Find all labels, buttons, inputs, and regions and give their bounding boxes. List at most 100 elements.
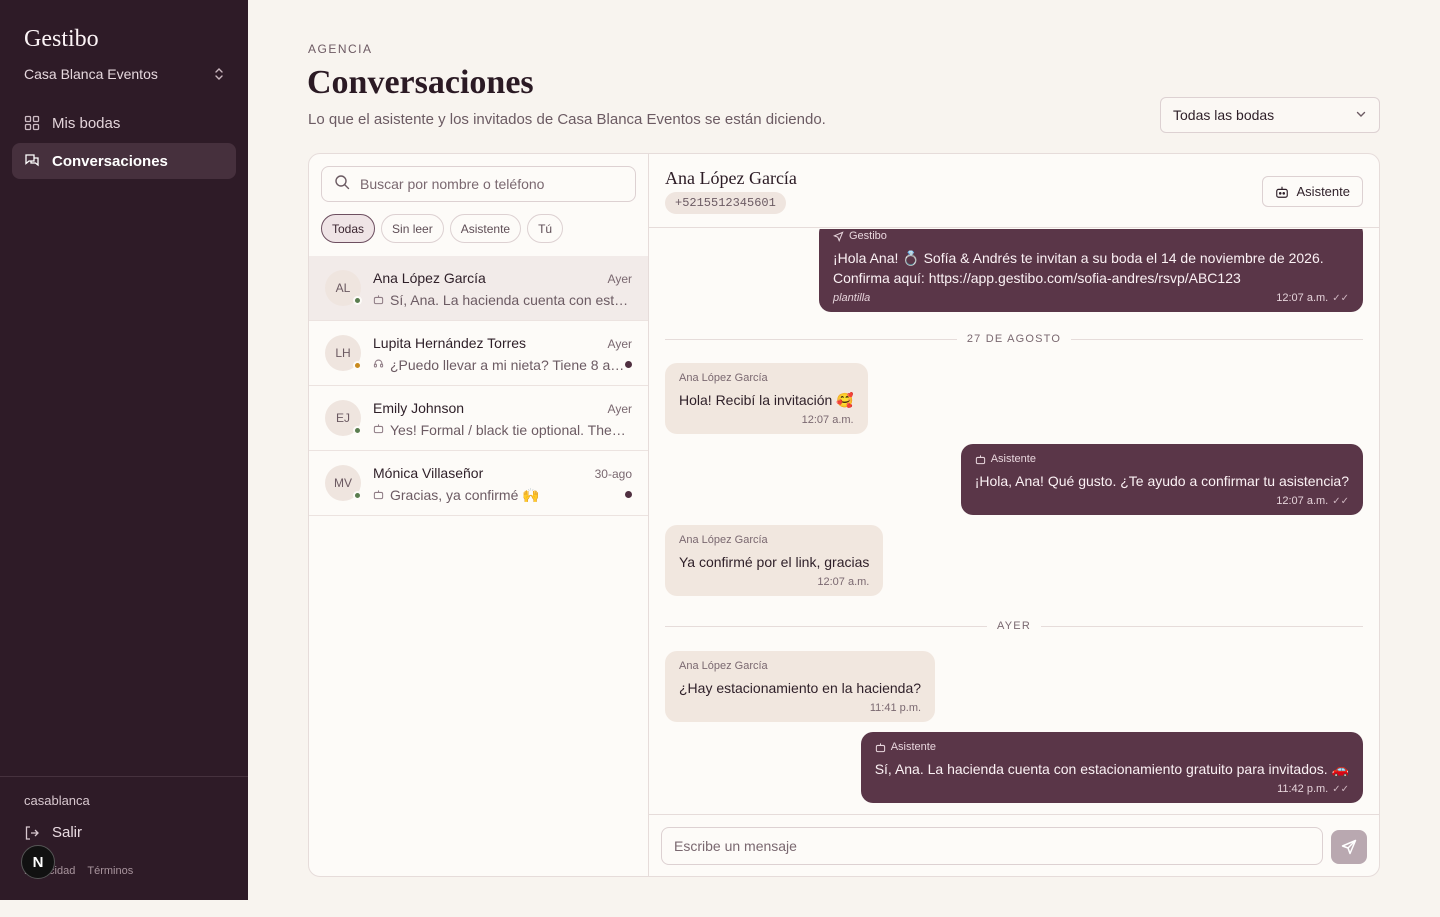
message-sender: Asistente — [990, 453, 1036, 465]
conversation-name: Lupita Hernández Torres — [373, 335, 527, 351]
unread-dot — [625, 491, 632, 498]
logout-button[interactable]: Salir — [24, 824, 82, 841]
page-title: Conversaciones — [307, 64, 534, 101]
conversation-time: Ayer — [607, 337, 632, 351]
agency-switcher[interactable]: Casa Blanca Eventos — [24, 64, 224, 84]
grid-icon — [24, 115, 40, 131]
avatar: LH — [325, 335, 362, 371]
send-button[interactable] — [1331, 830, 1367, 864]
avatar-initials: LH — [335, 346, 351, 360]
contact-name: Ana López García — [665, 168, 797, 188]
logout-label: Salir — [52, 824, 83, 841]
read-check-icon: ✓✓ — [1332, 293, 1349, 304]
filter-chips: Todas Sin leer Asistente Tú — [321, 214, 564, 243]
message-sender: Gestibo — [849, 230, 887, 242]
conversation-preview: Yes! Formal / black tie optional. The ce… — [373, 422, 629, 438]
page-subtitle: Lo que el asistente y los invitados de C… — [308, 111, 826, 128]
chevron-down-icon — [1355, 107, 1367, 123]
conversation-name: Emily Johnson — [373, 400, 465, 416]
message-text: ¡Hola, Ana! Qué gusto. ¿Te ayudo a confi… — [974, 473, 1349, 489]
filter-chip-todas[interactable]: Todas — [321, 214, 376, 243]
contact-phone: +5215512345601 — [665, 192, 786, 214]
day-separator: 27 DE AGOSTO — [665, 332, 1364, 346]
conversation-item[interactable]: EJ Emily Johnson Ayer Yes! Formal / black t… — [309, 386, 648, 451]
avatar-initials: EJ — [335, 411, 350, 425]
conversation-preview-text: Sí, Ana. La hacienda cuenta con estacion… — [390, 292, 629, 308]
filter-chip-tu[interactable]: Tú — [527, 214, 564, 243]
sidebar-nav: Mis bodas Conversaciones — [12, 105, 236, 181]
template-tag: plantilla — [833, 292, 871, 304]
status-dot — [353, 361, 362, 370]
message-time: 12:07 a.m. — [1276, 292, 1329, 304]
filter-chip-sin-leer[interactable]: Sin leer — [381, 214, 444, 243]
conversation-item[interactable]: MV Mónica Villaseñor 30-ago Gracias, ya con… — [309, 451, 648, 516]
assistant-toggle-button[interactable]: Asistente — [1261, 176, 1363, 207]
conversation-list: AL Ana López García Ayer Sí, Ana. La hacien… — [309, 256, 648, 516]
conversation-preview-text: ¿Puedo llevar a mi nieta? Tiene 8 años — [390, 357, 629, 373]
conversation-time: Ayer — [607, 402, 632, 416]
read-check-icon: ✓✓ — [1332, 784, 1349, 795]
sidebar-username: casablanca — [24, 793, 90, 808]
message-time: 12:07 a.m. — [1276, 495, 1329, 507]
filter-chip-asistente[interactable]: Asistente — [449, 214, 522, 243]
message-bubble-outgoing: Asistente ¡Hola, Ana! Qué gusto. ¿Te ayu… — [960, 444, 1363, 515]
message-sender: Ana López García — [679, 660, 768, 672]
message-sender: Ana López García — [679, 534, 768, 546]
message-input[interactable] — [661, 827, 1323, 865]
message-text: ¿Hay estacionamiento en la hacienda? — [679, 680, 922, 696]
bot-icon — [1275, 186, 1288, 198]
read-check-icon: ✓✓ — [1332, 496, 1349, 507]
status-dot — [353, 491, 362, 500]
avatar-initials: AL — [335, 281, 351, 295]
chat-panel: Ana López García +5215512345601 Asistent… — [649, 154, 1379, 876]
logout-icon — [24, 825, 40, 841]
day-separator-label: 27 DE AGOSTO — [966, 333, 1062, 345]
conversation-item[interactable]: AL Ana López García Ayer Sí, Ana. La hacien… — [309, 256, 648, 321]
status-dot — [353, 296, 362, 305]
sidebar-item-mis-bodas[interactable]: Mis bodas — [12, 105, 236, 141]
next-dev-badge[interactable]: N — [21, 845, 55, 879]
avatar: EJ — [325, 400, 362, 436]
search-icon — [334, 174, 350, 195]
conversation-preview-text: Yes! Formal / black tie optional. The ce… — [390, 422, 629, 438]
bot-icon — [975, 454, 985, 464]
terms-link[interactable]: Términos — [87, 865, 133, 877]
search-input[interactable] — [360, 176, 620, 192]
wedding-filter-select[interactable]: Todas las bodas — [1160, 97, 1380, 133]
bot-icon — [875, 742, 885, 752]
conversation-preview: Sí, Ana. La hacienda cuenta con estacion… — [373, 292, 629, 309]
message-time: 11:42 p.m. — [1277, 783, 1329, 795]
agency-name: Casa Blanca Eventos — [24, 66, 158, 82]
conversation-preview-text: Gracias, ya confirmé 🙌 — [390, 487, 540, 503]
unread-dot — [625, 361, 632, 368]
message-thread: Gestibo ¡Hola Ana! 💍 Sofía & Andrés te i… — [649, 229, 1379, 814]
message-bubble-incoming: Ana López García Hola! Recibí la invitac… — [665, 363, 868, 434]
page-eyebrow: AGENCIA — [308, 42, 373, 56]
message-time: 12:07 a.m. — [801, 414, 854, 426]
bot-icon — [373, 423, 384, 437]
sidebar-item-label: Conversaciones — [52, 152, 168, 170]
message-bubble-outgoing: Gestibo ¡Hola Ana! 💍 Sofía & Andrés te i… — [819, 229, 1363, 312]
avatar-initials: MV — [334, 476, 352, 490]
chevron-up-down-icon — [214, 67, 224, 81]
message-time: 12:07 a.m. — [817, 576, 870, 588]
day-separator: AYER — [665, 619, 1364, 633]
conversation-time: 30-ago — [594, 467, 632, 481]
brand-logo: Gestibo — [24, 26, 99, 52]
conversation-time: Ayer — [607, 272, 632, 286]
conversation-name: Ana López García — [373, 270, 486, 286]
wedding-filter-value: Todas las bodas — [1173, 107, 1275, 123]
send-icon — [1341, 839, 1357, 855]
conversation-item[interactable]: LH Lupita Hernández Torres Ayer ¿Puedo llev… — [309, 321, 648, 386]
message-bubble-incoming: Ana López García ¿Hay estacionamiento en… — [665, 651, 936, 722]
avatar: MV — [325, 465, 362, 501]
day-separator-label: AYER — [997, 620, 1031, 632]
conversation-list-panel: Todas Sin leer Asistente Tú AL Ana López … — [309, 154, 649, 876]
assistant-toggle-label: Asistente — [1296, 184, 1350, 199]
sidebar-divider — [0, 776, 248, 777]
sidebar: Gestibo Casa Blanca Eventos Mis bodas Co… — [0, 0, 248, 900]
search-box — [321, 166, 636, 202]
sidebar-item-conversaciones[interactable]: Conversaciones — [12, 143, 236, 179]
chat-icon — [24, 153, 40, 169]
conversation-preview: ¿Puedo llevar a mi nieta? Tiene 8 años — [373, 357, 629, 373]
